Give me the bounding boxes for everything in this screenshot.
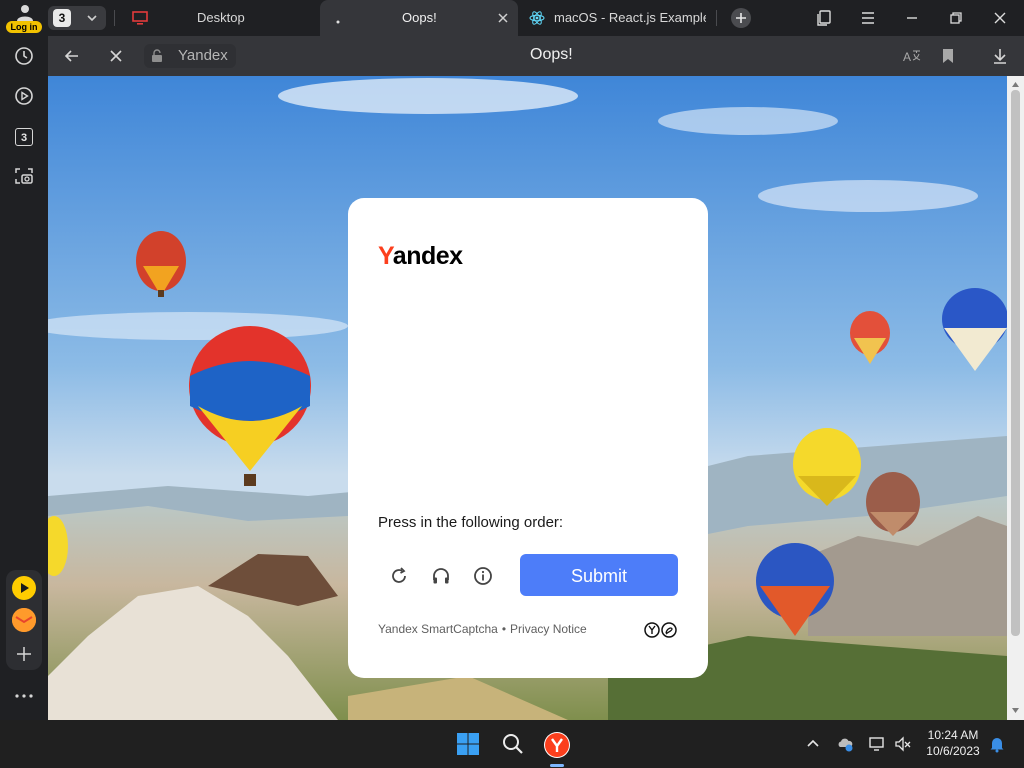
- volume-muted-icon[interactable]: [894, 735, 912, 753]
- tab-desktop-label: Desktop: [197, 10, 245, 25]
- scroll-down-icon[interactable]: [1011, 706, 1020, 715]
- browser-sidebar: 3: [0, 36, 48, 720]
- svg-text:A: A: [903, 50, 911, 64]
- smartcaptcha-link[interactable]: Yandex SmartCaptcha: [378, 622, 498, 636]
- captcha-card: Yandex Press in the following order: Sub…: [348, 198, 708, 678]
- lock-icon[interactable]: [150, 49, 164, 63]
- tab-oops[interactable]: Oops!: [320, 0, 518, 36]
- collections-icon[interactable]: [815, 9, 833, 27]
- history-clock-icon[interactable]: [14, 46, 34, 66]
- yandex-logo: Yandex: [378, 242, 463, 271]
- screenshot-camera-icon[interactable]: [14, 166, 34, 186]
- add-app-icon[interactable]: [14, 644, 34, 664]
- page-title: Oops!: [530, 46, 573, 63]
- chevron-down-icon[interactable]: [84, 10, 100, 26]
- back-arrow-icon[interactable]: [62, 46, 82, 66]
- notification-bell-icon[interactable]: [988, 735, 1006, 753]
- address-text: Yandex: [178, 47, 228, 64]
- music-app-button[interactable]: [12, 576, 36, 600]
- address-bar-row: Yandex Oops! A: [48, 36, 1024, 76]
- download-icon[interactable]: [990, 46, 1010, 66]
- tab-desktop[interactable]: Desktop: [120, 0, 320, 36]
- audio-headphones-icon[interactable]: [431, 566, 451, 586]
- footer-separator: •: [501, 622, 507, 636]
- windows-taskbar: 10:24 AM 10/6/2023: [0, 720, 1024, 768]
- media-play-icon[interactable]: [14, 86, 34, 106]
- plus-icon: [736, 13, 746, 23]
- tab-divider: [114, 10, 115, 26]
- play-icon: [21, 583, 29, 593]
- captcha-instruction: Press in the following order:: [378, 514, 564, 531]
- translate-icon[interactable]: A: [902, 46, 922, 66]
- login-button[interactable]: Log in: [6, 3, 42, 33]
- tab-group-switcher[interactable]: 3: [48, 6, 106, 30]
- captcha-footer: Yandex SmartCaptcha • Privacy Notice: [378, 622, 587, 636]
- chevron-up-icon[interactable]: [804, 735, 822, 753]
- address-field[interactable]: Yandex: [144, 44, 236, 68]
- network-display-icon[interactable]: [868, 735, 886, 753]
- mail-app-button[interactable]: [12, 608, 36, 632]
- mail-icon: [12, 608, 36, 632]
- yandex-cloud-logo-icon: [644, 622, 677, 638]
- tabs-count-icon[interactable]: 3: [15, 128, 33, 146]
- active-app-indicator: [550, 764, 564, 767]
- yandex-browser-icon: [545, 733, 569, 757]
- close-tab-icon[interactable]: [496, 11, 510, 25]
- system-clock[interactable]: 10:24 AM 10/6/2023: [922, 727, 984, 759]
- reload-icon[interactable]: [389, 566, 409, 586]
- stop-loading-icon[interactable]: [106, 46, 126, 66]
- scroll-up-icon[interactable]: [1011, 80, 1020, 89]
- bookmark-icon[interactable]: [938, 46, 958, 66]
- windows-start-icon[interactable]: [456, 732, 480, 756]
- close-window-icon[interactable]: [991, 9, 1009, 27]
- clock-date: 10/6/2023: [926, 744, 980, 758]
- cloud-sync-icon[interactable]: [836, 735, 854, 753]
- tab-oops-label: Oops!: [402, 10, 437, 25]
- yandex-logo-text: andex: [392, 242, 463, 270]
- search-icon[interactable]: [501, 732, 525, 756]
- restore-icon[interactable]: [947, 9, 965, 27]
- yandex-browser-taskbar-button[interactable]: [544, 732, 570, 758]
- page-scrollbar[interactable]: [1007, 76, 1024, 720]
- more-dots-icon[interactable]: [14, 686, 34, 706]
- scroll-thumb[interactable]: [1011, 90, 1020, 636]
- tab-divider: [716, 10, 717, 26]
- minimize-icon[interactable]: [903, 9, 921, 27]
- new-tab-button[interactable]: [731, 8, 751, 28]
- tab-count-badge: 3: [53, 9, 71, 27]
- user-avatar-icon: [17, 5, 33, 21]
- tab-macos-label: macOS - React.js Example: [554, 10, 706, 25]
- privacy-notice-link[interactable]: Privacy Notice: [510, 622, 587, 636]
- menu-icon[interactable]: [859, 9, 877, 27]
- info-icon[interactable]: [473, 566, 493, 586]
- sidebar-apps: [6, 570, 42, 670]
- monitor-icon: [132, 11, 148, 25]
- yandex-logo-y: Y: [378, 242, 393, 270]
- submit-button[interactable]: Submit: [520, 554, 678, 596]
- loading-icon: [336, 20, 340, 24]
- clock-time: 10:24 AM: [927, 728, 979, 742]
- browser-titlebar: Log in 3 Desktop Oops! macOS - React.js …: [0, 0, 1024, 36]
- tab-macos-react[interactable]: macOS - React.js Example: [520, 0, 715, 36]
- react-logo-icon: [529, 11, 545, 25]
- login-label: Log in: [6, 21, 42, 33]
